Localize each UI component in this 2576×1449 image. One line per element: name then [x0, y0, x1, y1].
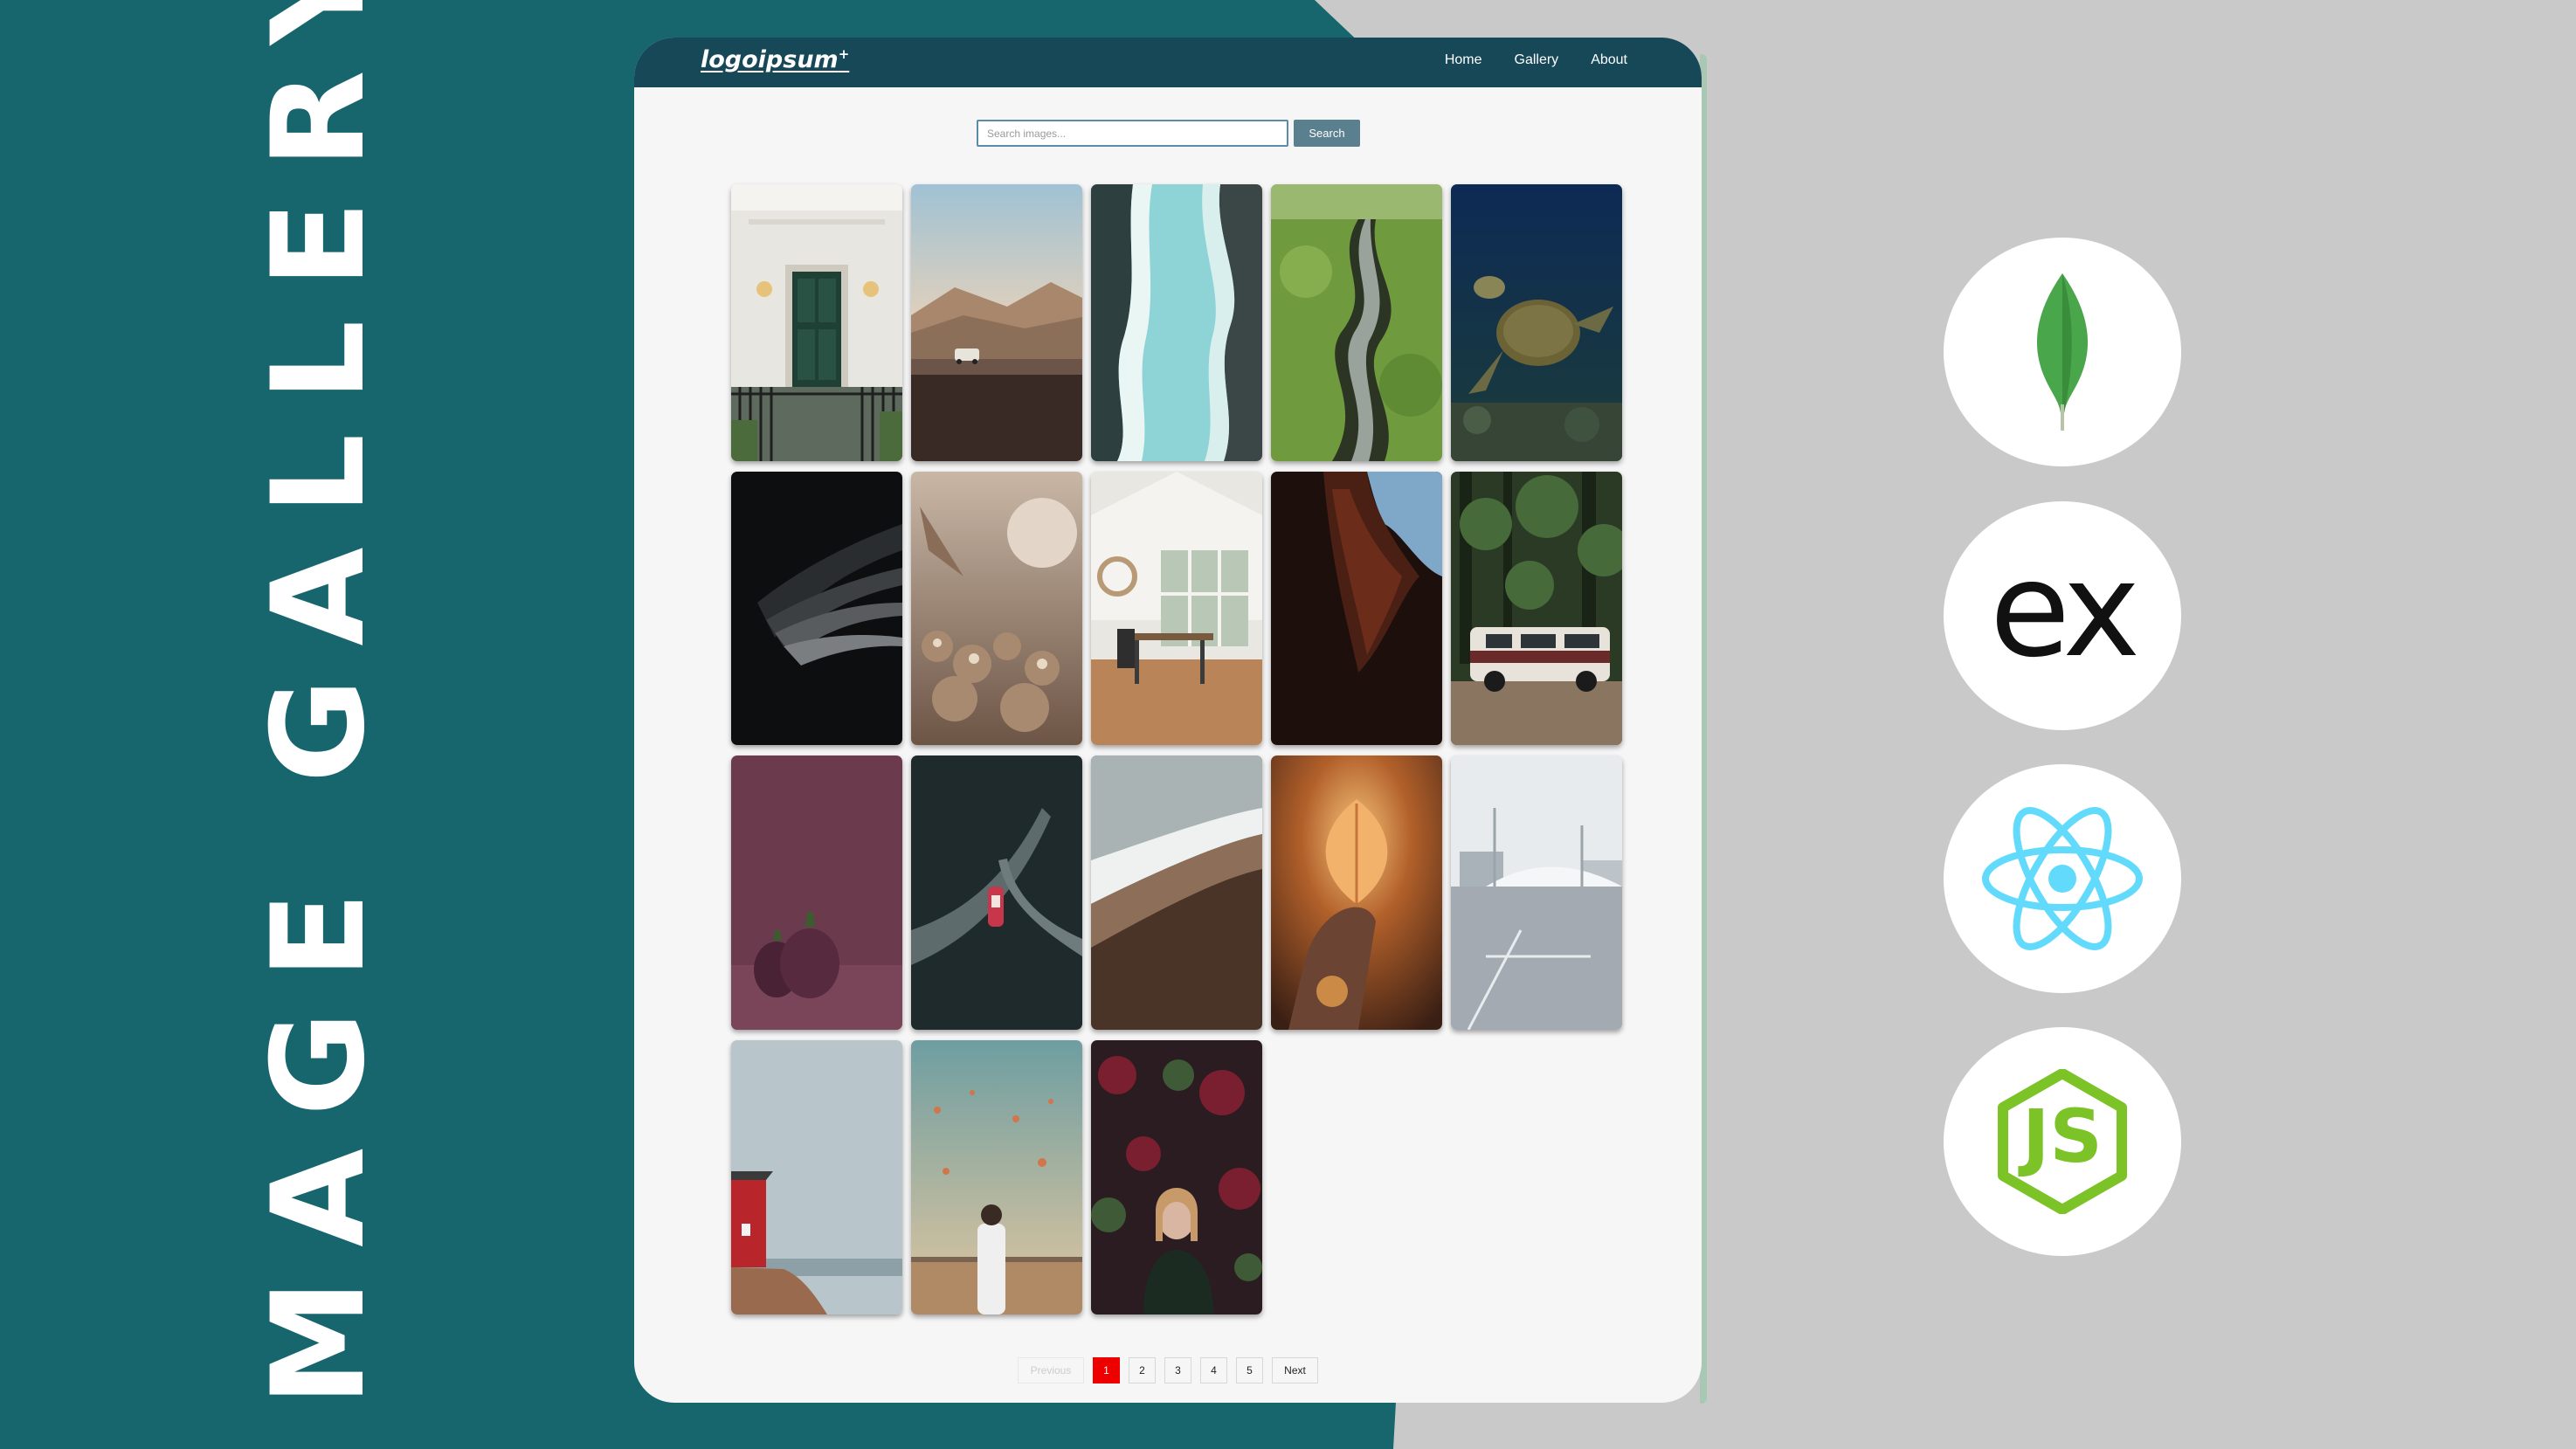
gallery-image-architecture[interactable]: [1451, 756, 1622, 1030]
gallery-image-turtle[interactable]: [1451, 184, 1622, 461]
gallery-image-dining-room[interactable]: [1091, 472, 1262, 745]
gallery-image-eggplants[interactable]: [731, 756, 902, 1030]
nav-links: Home Gallery About: [1445, 52, 1627, 68]
nav-about[interactable]: About: [1591, 52, 1627, 68]
pagination: Previous 1 2 3 4 5 Next: [634, 1357, 1702, 1383]
gallery-image-red-house[interactable]: [731, 1040, 902, 1314]
mongodb-badge: [1944, 238, 2181, 466]
image-gallery: [731, 184, 1622, 1314]
gallery-image-canyon[interactable]: [1271, 184, 1442, 461]
gallery-image-coast[interactable]: [1091, 184, 1262, 461]
nodejs-label: JS: [2022, 1094, 2103, 1179]
page-3-button[interactable]: 3: [1164, 1357, 1191, 1383]
logo-mark: +: [838, 46, 850, 62]
react-badge: [1944, 764, 2181, 993]
page-2-button[interactable]: 2: [1129, 1357, 1156, 1383]
nav-home[interactable]: Home: [1445, 52, 1482, 68]
logo-text: logoipsum: [701, 46, 839, 73]
gallery-image-house[interactable]: [731, 184, 902, 461]
page-5-button[interactable]: 5: [1236, 1357, 1263, 1383]
search-button[interactable]: Search: [1294, 120, 1360, 147]
page-4-button[interactable]: 4: [1200, 1357, 1227, 1383]
gallery-image-flowers[interactable]: [911, 472, 1082, 745]
gallery-image-leaf[interactable]: [1271, 756, 1442, 1030]
nodejs-icon: JS: [1997, 1069, 2128, 1214]
previous-page-button[interactable]: Previous: [1018, 1357, 1084, 1383]
gallery-image-beach[interactable]: [1091, 756, 1262, 1030]
gallery-image-boat[interactable]: [911, 756, 1082, 1030]
banner-title: IMAGE GALLERY: [245, 0, 393, 1449]
gallery-image-abstract[interactable]: [731, 472, 902, 745]
mongodb-icon: [2036, 273, 2089, 431]
react-icon: [1982, 807, 2143, 950]
gallery-image-van[interactable]: [1451, 472, 1622, 745]
navbar: logoipsum+ Home Gallery About: [634, 38, 1702, 87]
app-window: logoipsum+ Home Gallery About Search ima…: [634, 38, 1702, 1403]
page-1-button[interactable]: 1: [1093, 1357, 1120, 1383]
gallery-image-balloons[interactable]: [911, 1040, 1082, 1314]
search-bar: Search: [977, 120, 1360, 147]
express-badge: ex: [1944, 501, 2181, 730]
search-input[interactable]: [977, 120, 1288, 147]
nodejs-badge: JS: [1944, 1027, 2181, 1256]
next-page-button[interactable]: Next: [1272, 1357, 1318, 1383]
gallery-image-desert[interactable]: [911, 184, 1082, 461]
nav-gallery[interactable]: Gallery: [1515, 52, 1559, 68]
gallery-image-red-canyon[interactable]: [1271, 472, 1442, 745]
logo[interactable]: logoipsum+: [701, 46, 849, 73]
gallery-image-woman[interactable]: [1091, 1040, 1262, 1314]
express-icon: ex: [1989, 535, 2140, 687]
